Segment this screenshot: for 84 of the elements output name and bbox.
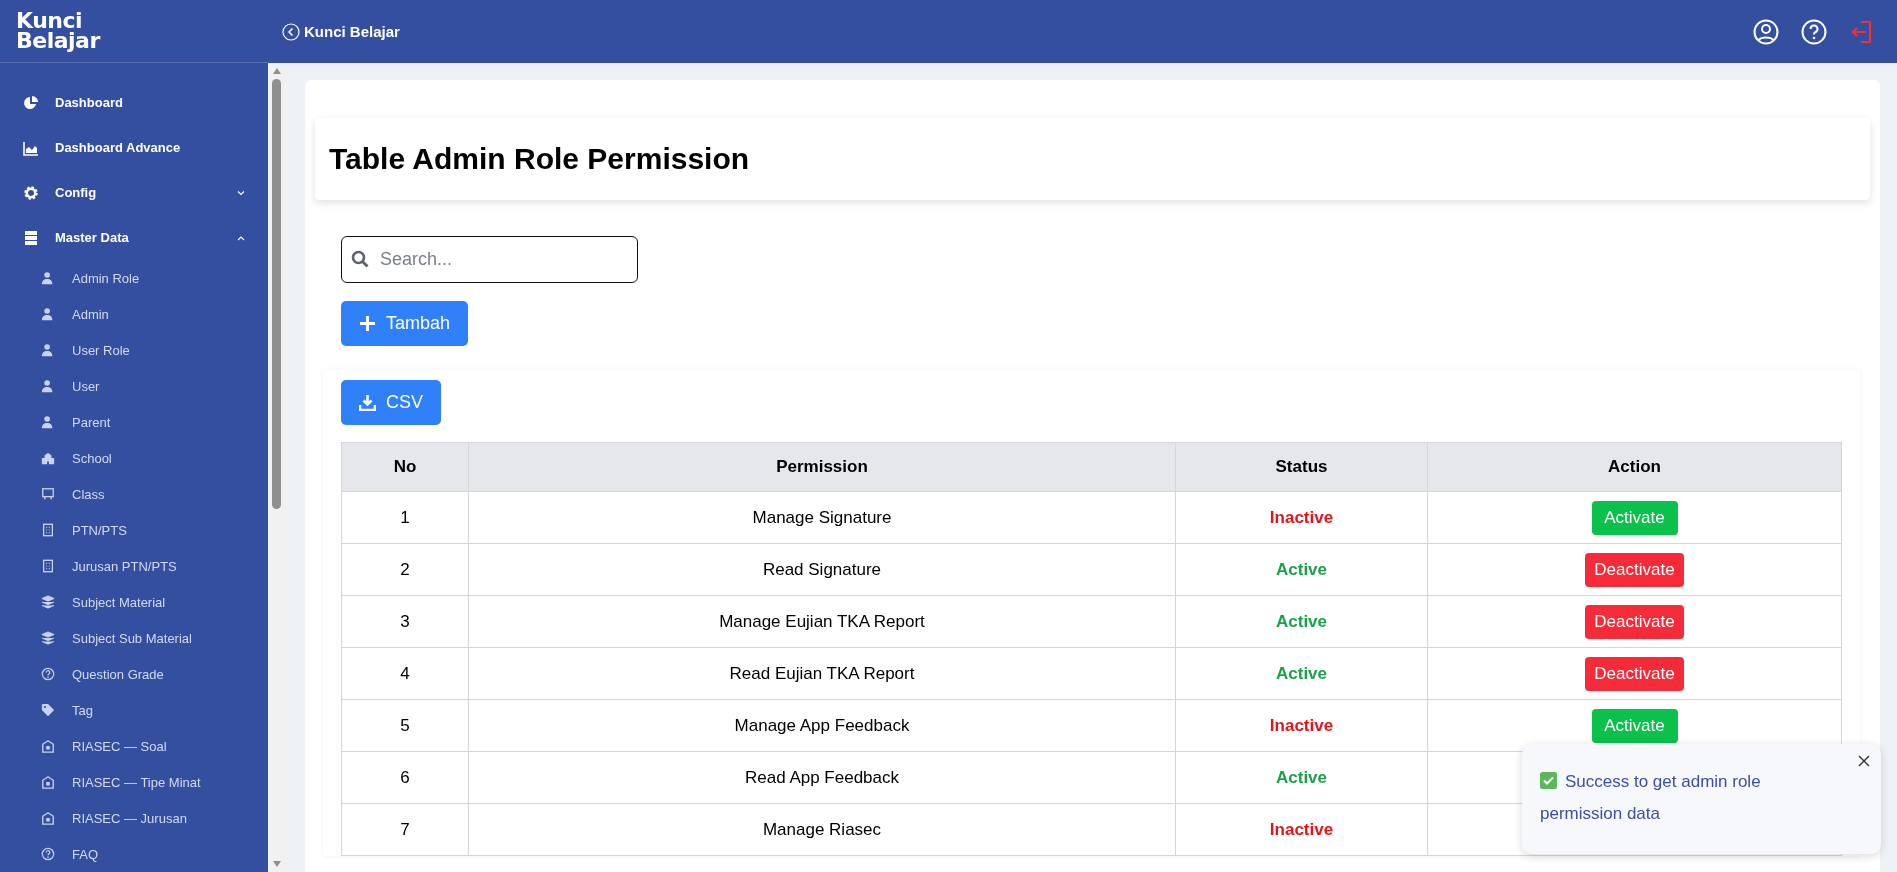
table-cell: Manage App Feedback [468, 699, 1176, 752]
house-icon [41, 775, 55, 789]
sidebar-subitem[interactable]: Admin [0, 296, 268, 332]
table-cell: 5 [341, 699, 469, 752]
column-header: No [341, 442, 469, 492]
help-icon[interactable] [1801, 18, 1827, 45]
status-text: Active [1276, 663, 1327, 683]
user-circle-icon[interactable] [1753, 18, 1779, 45]
building-icon [41, 523, 55, 537]
table-cell: 4 [341, 647, 469, 700]
sidebar-subitem[interactable]: RIASEC — Jurusan [0, 800, 268, 836]
logo: Kunci Belajar [16, 11, 100, 51]
status-text: Inactive [1269, 715, 1334, 735]
column-header: Permission [468, 442, 1176, 492]
table-cell: 1 [341, 491, 469, 544]
sidebar-subitem[interactable]: Subject Sub Material [0, 620, 268, 656]
sidebar-subitem[interactable]: Jurusan PTN/PTS [0, 548, 268, 584]
table-cell: Manage Riasec [468, 803, 1176, 856]
gear-icon [23, 184, 39, 201]
table-cell: Read Signature [468, 543, 1176, 596]
scrollbar-thumb[interactable] [272, 79, 281, 509]
status-text: Active [1276, 611, 1327, 631]
layers-icon [41, 631, 55, 645]
scroll-down-arrow-icon[interactable] [271, 860, 282, 868]
sidebar-subitem[interactable]: Parent [0, 404, 268, 440]
plus-icon [359, 315, 376, 332]
back-chevron-icon [282, 22, 300, 41]
user-icon [41, 379, 55, 393]
toast-message: Success to get admin role permission data [1540, 771, 1762, 825]
deactivate-button[interactable]: Deactivate [1585, 656, 1684, 691]
table-cell: 6 [341, 751, 469, 804]
table-cell: Read App Feedback [468, 751, 1176, 804]
table-cell: Manage Eujian TKA Report [468, 595, 1176, 648]
download-icon [359, 394, 376, 411]
sidebar-subitem[interactable]: User Role [0, 332, 268, 368]
tag-icon [41, 703, 55, 717]
sidebar-subitem[interactable]: Subject Material [0, 584, 268, 620]
sidebar-subitem[interactable]: User [0, 368, 268, 404]
table-cell: 3 [341, 595, 469, 648]
sidebar-item[interactable]: Master Data [0, 215, 268, 260]
column-header: Action [1427, 442, 1842, 492]
csv-button[interactable]: CSV [341, 380, 441, 425]
close-icon[interactable] [1857, 754, 1871, 768]
sidebar-subitem[interactable]: RIASEC — Soal [0, 728, 268, 764]
deactivate-button[interactable]: Deactivate [1585, 604, 1684, 639]
question-circle-icon [41, 667, 55, 681]
status-text: Active [1276, 767, 1327, 787]
sidebar-subitem[interactable]: Admin Role [0, 260, 268, 296]
check-icon [1540, 772, 1557, 789]
status-text: Inactive [1269, 819, 1334, 839]
sidebar-subitem[interactable]: Question Grade [0, 656, 268, 692]
search-field[interactable]: Search... [341, 236, 638, 283]
scroll-up-arrow-icon[interactable] [271, 67, 282, 75]
table-cell: 2 [341, 543, 469, 596]
area-chart-icon [23, 139, 39, 156]
deactivate-button[interactable]: Deactivate [1585, 552, 1684, 587]
layers-icon [41, 595, 55, 609]
house-icon [41, 811, 55, 825]
sidebar-item[interactable]: Dashboard [0, 80, 268, 125]
user-icon [41, 343, 55, 357]
sidebar-item[interactable]: Config [0, 170, 268, 215]
sidebar-item[interactable]: Dashboard Advance [0, 125, 268, 170]
status-text: Active [1276, 559, 1327, 579]
school-icon [41, 451, 55, 465]
chalkboard-icon [41, 487, 55, 501]
column-header: Status [1175, 442, 1428, 492]
add-button[interactable]: Tambah [341, 301, 469, 346]
table-cell: Read Eujian TKA Report [468, 647, 1176, 700]
server-icon [23, 229, 39, 246]
sidebar-subitem[interactable]: School [0, 440, 268, 476]
sidebar-subitem[interactable]: RIASEC — Tipe Minat [0, 764, 268, 800]
sidebar-subitem[interactable]: Class [0, 476, 268, 512]
question-circle-icon [41, 847, 55, 861]
table-cell: Manage Signature [468, 491, 1176, 544]
table-cell: 7 [341, 803, 469, 856]
sidebar-subitem[interactable]: FAQ [0, 836, 268, 872]
back-button[interactable]: Kunci Belajar [282, 22, 400, 41]
house-icon [41, 739, 55, 753]
status-text: Inactive [1269, 507, 1334, 527]
building-icon [41, 559, 55, 573]
sidebar-subitem[interactable]: Tag [0, 692, 268, 728]
sidebar-subitem[interactable]: PTN/PTS [0, 512, 268, 548]
page-title: Table Admin Role Permission [329, 142, 751, 176]
pie-chart-icon [23, 94, 39, 111]
